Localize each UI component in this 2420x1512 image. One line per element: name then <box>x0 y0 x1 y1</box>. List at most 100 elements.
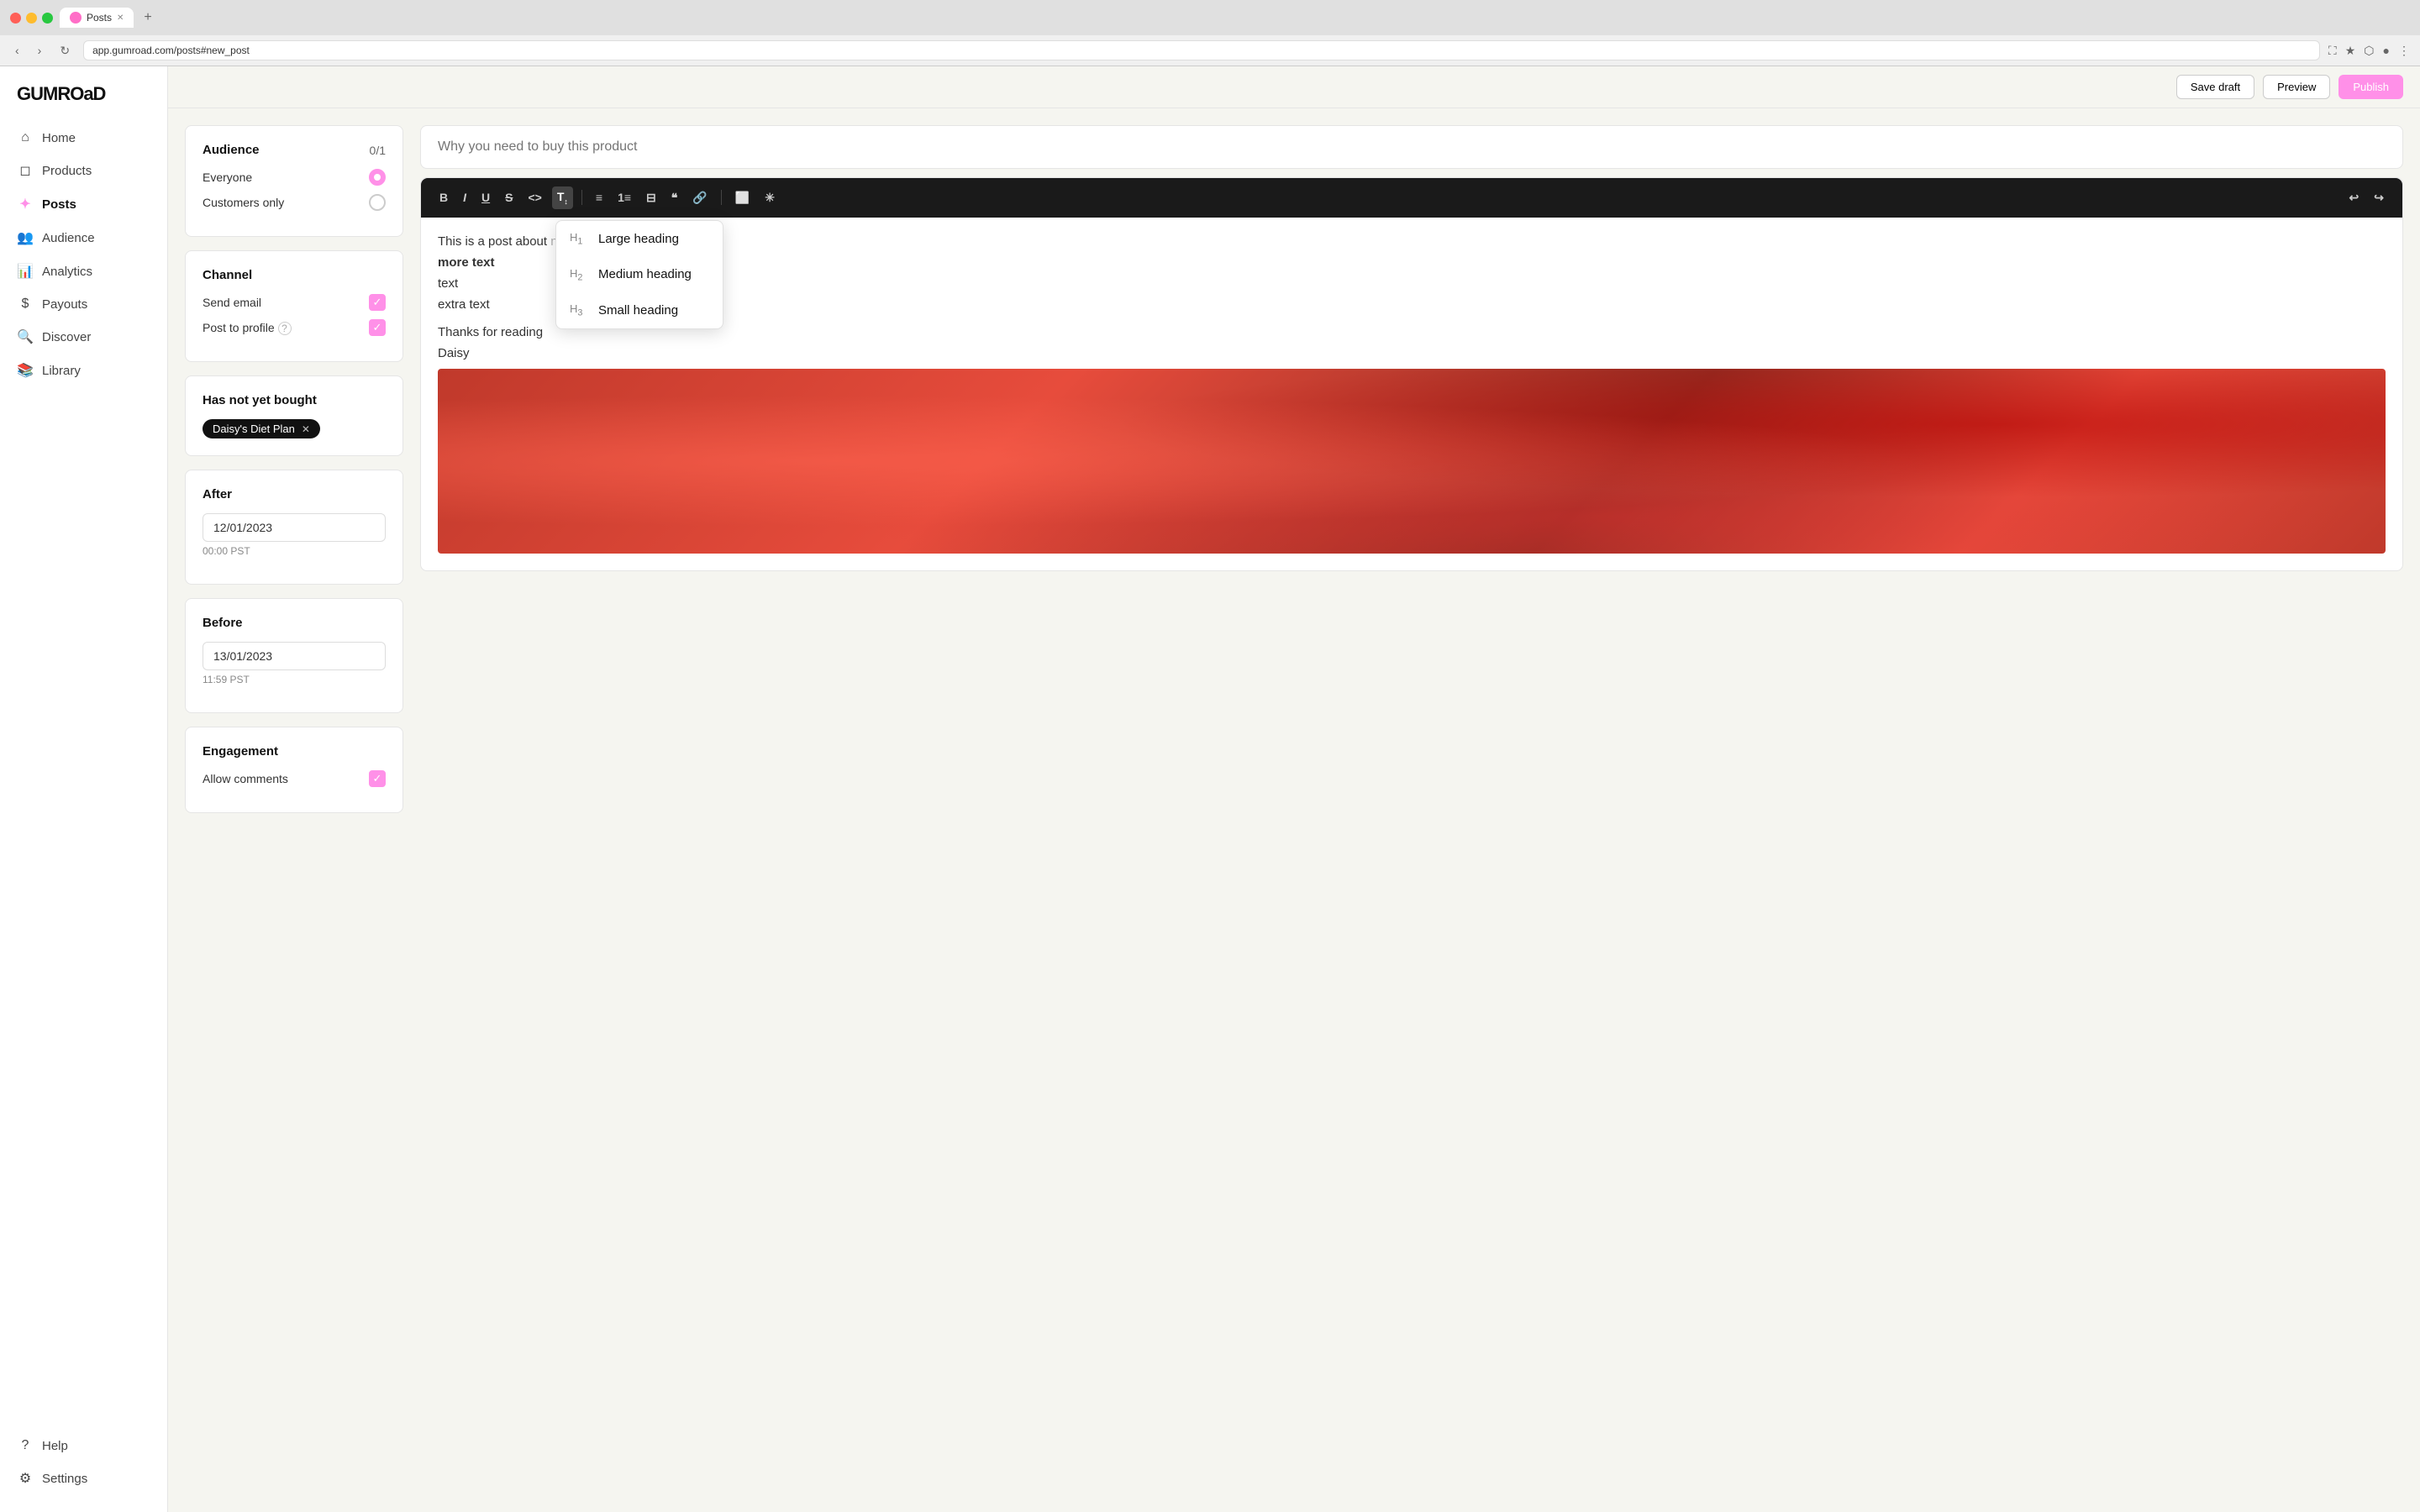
heading-h3-option[interactable]: H3 Small heading <box>556 292 723 328</box>
account-icon[interactable]: ● <box>2383 44 2390 57</box>
preview-button[interactable]: Preview <box>2263 75 2330 99</box>
sidebar-item-label: Help <box>42 1439 68 1453</box>
heading-dropdown: H1 Large heading H2 Medium heading H3 Sm… <box>555 220 723 329</box>
heading-h1-option[interactable]: H1 Large heading <box>556 221 723 257</box>
back-button[interactable]: ‹ <box>10 42 24 59</box>
discover-icon: 🔍 <box>17 328 34 345</box>
address-bar[interactable]: app.gumroad.com/posts#new_post <box>83 40 2320 60</box>
link-button[interactable]: 🔗 <box>687 187 712 208</box>
browser-toolbar-icons: ⛶ ★ ⬡ ● ⋮ <box>2328 44 2410 58</box>
posts-icon: ✦ <box>17 196 34 213</box>
browser-chrome: Posts ✕ + ‹ › ↻ app.gumroad.com/posts#ne… <box>0 0 2420 66</box>
forward-button[interactable]: › <box>33 42 47 59</box>
app-layout: GUMROaD ⌂ Home ◻ Products ✦ Posts 👥 Audi… <box>0 66 2420 1512</box>
italic-button[interactable]: I <box>458 187 471 207</box>
sidebar-item-settings[interactable]: ⚙ Settings <box>0 1462 167 1495</box>
save-draft-button[interactable]: Save draft <box>2176 75 2254 99</box>
new-tab-button[interactable]: + <box>137 7 158 29</box>
bullet-list-button[interactable]: ≡ <box>591 187 608 207</box>
filter-section: Has not yet bought Daisy's Diet Plan ✕ <box>185 375 403 456</box>
heading-button[interactable]: T↕ <box>552 186 573 209</box>
audience-option-customers[interactable]: Customers only <box>203 194 386 211</box>
maximize-button[interactable] <box>42 13 53 24</box>
underline-button[interactable]: U <box>476 187 495 207</box>
bold-button[interactable]: B <box>434 187 453 207</box>
tab-favicon <box>70 12 82 24</box>
engagement-option-comments[interactable]: Allow comments ✓ <box>203 770 386 787</box>
tab-close-button[interactable]: ✕ <box>117 13 124 23</box>
heading-h2-option[interactable]: H2 Medium heading <box>556 257 723 293</box>
filter-tag: Daisy's Diet Plan ✕ <box>203 419 386 438</box>
editor-toolbar: B I U S <> T↕ ≡ 1≡ ⊟ ❝ 🔗 ⬜ ✳ <box>421 178 2402 218</box>
products-icon: ◻ <box>17 162 34 179</box>
channel-section-header: Channel <box>203 268 386 282</box>
bookmark-icon[interactable]: ★ <box>2345 44 2356 58</box>
post-title-input[interactable] <box>420 125 2403 169</box>
browser-titlebar: Posts ✕ + <box>0 0 2420 35</box>
sidebar-item-analytics[interactable]: 📊 Analytics <box>0 255 167 288</box>
filter-section-header: Has not yet bought <box>203 393 386 407</box>
special-button[interactable]: ✳ <box>760 187 780 208</box>
ordered-list-button[interactable]: 1≡ <box>613 187 636 207</box>
strikethrough-button[interactable]: S <box>500 187 518 207</box>
editor-panel: B I U S <> T↕ ≡ 1≡ ⊟ ❝ 🔗 ⬜ ✳ <box>420 125 2403 1495</box>
home-icon: ⌂ <box>17 130 34 145</box>
editor-line-6: Daisy <box>438 346 2386 360</box>
before-date-input[interactable] <box>203 642 386 670</box>
redo-button[interactable]: ↪ <box>2369 187 2389 208</box>
editor-line-1: This is a post about need to buy it TODA… <box>438 234 2386 249</box>
sidebar-item-label: Audience <box>42 231 95 245</box>
toolbar-divider-2 <box>721 190 722 205</box>
tag-remove-button[interactable]: ✕ <box>302 423 310 435</box>
checkbox-email[interactable]: ✓ <box>369 294 386 311</box>
minimize-button[interactable] <box>26 13 37 24</box>
channel-section: Channel Send email ✓ Post to profile ? ✓ <box>185 250 403 362</box>
audience-count: 0/1 <box>370 144 386 157</box>
sidebar-item-label: Analytics <box>42 265 92 279</box>
checkbox-comments[interactable]: ✓ <box>369 770 386 787</box>
radio-customers[interactable] <box>369 194 386 211</box>
channel-option-email[interactable]: Send email ✓ <box>203 294 386 311</box>
payouts-icon: $ <box>17 297 34 312</box>
settings-icon: ⚙ <box>17 1470 34 1487</box>
h1-text: Large heading <box>598 232 679 246</box>
sidebar-item-payouts[interactable]: $ Payouts <box>0 288 167 320</box>
menu-icon[interactable]: ⋮ <box>2398 44 2410 58</box>
help-icon: ? <box>17 1438 34 1453</box>
radio-everyone[interactable] <box>369 169 386 186</box>
image-button[interactable]: ⬜ <box>730 187 755 208</box>
editor-container: B I U S <> T↕ ≡ 1≡ ⊟ ❝ 🔗 ⬜ ✳ <box>420 177 2403 571</box>
sidebar-item-label: Posts <box>42 197 76 212</box>
align-button[interactable]: ⊟ <box>641 187 661 208</box>
audience-option-everyone[interactable]: Everyone <box>203 169 386 186</box>
sidebar-item-library[interactable]: 📚 Library <box>0 354 167 387</box>
quote-button[interactable]: ❝ <box>666 187 683 208</box>
sidebar-item-audience[interactable]: 👥 Audience <box>0 221 167 255</box>
editor-line-2: more text <box>438 255 2386 270</box>
sidebar-item-label: Products <box>42 164 92 178</box>
sidebar-item-products[interactable]: ◻ Products <box>0 154 167 187</box>
undo-button[interactable]: ↩ <box>2344 187 2365 208</box>
content-wrapper: Audience 0/1 Everyone Customers only <box>168 108 2420 1512</box>
checkbox-profile[interactable]: ✓ <box>369 319 386 336</box>
sidebar-item-home[interactable]: ⌂ Home <box>0 122 167 154</box>
tab-posts[interactable]: Posts ✕ <box>60 8 134 28</box>
sidebar-item-discover[interactable]: 🔍 Discover <box>0 320 167 354</box>
channel-option-profile[interactable]: Post to profile ? ✓ <box>203 319 386 336</box>
publish-button[interactable]: Publish <box>2338 75 2403 99</box>
sidebar-item-label: Payouts <box>42 297 87 312</box>
tab-label: Posts <box>87 12 112 24</box>
cast-icon[interactable]: ⛶ <box>2328 44 2337 58</box>
extensions-icon[interactable]: ⬡ <box>2364 44 2374 58</box>
sidebar-item-label: Settings <box>42 1472 87 1486</box>
code-button[interactable]: <> <box>523 187 546 207</box>
sidebar-item-posts[interactable]: ✦ Posts <box>0 187 167 221</box>
tag-label: Daisy's Diet Plan <box>213 423 295 435</box>
engagement-title: Engagement <box>203 744 278 759</box>
sidebar-item-label: Library <box>42 364 81 378</box>
tag-chip: Daisy's Diet Plan ✕ <box>203 419 320 438</box>
sidebar-item-help[interactable]: ? Help <box>0 1430 167 1462</box>
close-button[interactable] <box>10 13 21 24</box>
refresh-button[interactable]: ↻ <box>55 42 75 60</box>
after-date-input[interactable] <box>203 513 386 542</box>
